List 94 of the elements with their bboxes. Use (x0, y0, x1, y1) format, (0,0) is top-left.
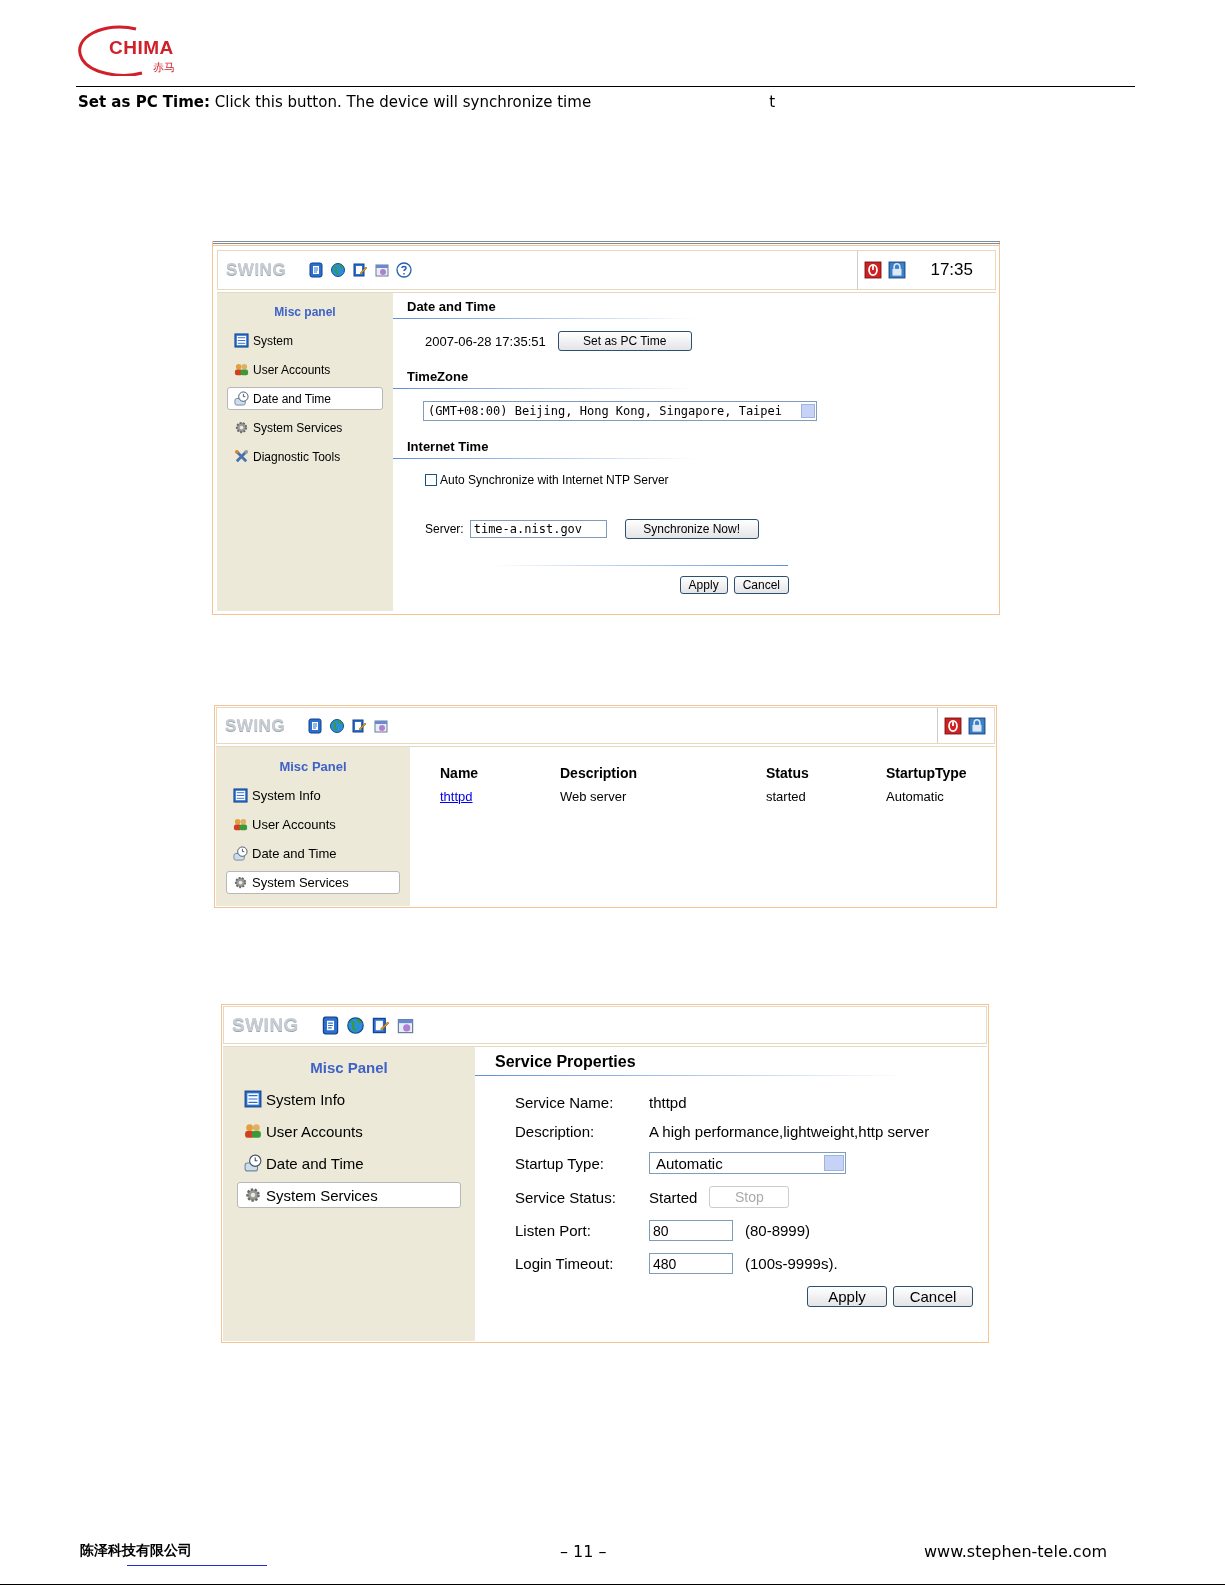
edit-icon[interactable] (352, 262, 369, 278)
field-value: Started (649, 1188, 698, 1206)
button[interactable]: Apply (807, 1286, 887, 1307)
power-icon[interactable] (944, 716, 962, 735)
section-heading: TimeZone (393, 363, 696, 389)
button[interactable]: Synchronize Now! (624, 519, 759, 539)
sidebar-item[interactable]: User Accounts (237, 1118, 461, 1144)
sidebar-item[interactable]: Date and Time (227, 387, 383, 410)
range-hint: (80-8999) (745, 1222, 811, 1239)
company-name: 陈泽科技有限公司 (80, 1542, 193, 1560)
text-fragment: t (769, 93, 775, 113)
logo-subtitle: 赤马 (153, 60, 175, 75)
brand-logo: SWING (232, 1014, 299, 1036)
button[interactable]: Set as PC Time (557, 331, 692, 351)
input-field[interactable]: 480 (649, 1253, 733, 1274)
calendar-icon[interactable] (374, 262, 391, 278)
sidebar-title: Misc Panel (278, 759, 348, 774)
help-icon[interactable] (396, 262, 413, 278)
table-cell-text: started (765, 788, 807, 806)
range-hint: (100s-9999s). (745, 1255, 838, 1272)
website: www.stephen-tele.com (923, 1541, 1107, 1561)
users-icon (234, 362, 249, 377)
list-icon (244, 1090, 262, 1108)
sidebar-title: Misc Panel (309, 1059, 389, 1076)
input-field[interactable]: 80 (649, 1220, 733, 1241)
clock-icon (244, 1154, 262, 1172)
sidebar-item[interactable]: System Services (226, 871, 400, 894)
server-field[interactable]: time-a.nist.gov (469, 520, 607, 538)
section-heading: Date and Time (393, 293, 696, 319)
service-link[interactable]: thttpd (440, 789, 473, 804)
gear-icon (244, 1186, 262, 1204)
column-header: Status (765, 764, 810, 783)
logo-text: CHIMA (109, 37, 174, 59)
column-header: Name (439, 764, 480, 783)
document-icon[interactable] (308, 262, 325, 278)
field-label: Server: (425, 522, 464, 536)
sidebar-item[interactable]: User Accounts (226, 813, 400, 836)
clock-icon (233, 846, 248, 861)
sidebar-item[interactable]: System (227, 329, 383, 352)
sidebar-title: Misc panel (273, 305, 337, 319)
power-icon[interactable] (864, 261, 883, 279)
clock-time: 17:35 (930, 260, 973, 280)
sidebar-item[interactable]: Date and Time (237, 1150, 461, 1176)
sidebar-item[interactable]: Diagnostic Tools (227, 445, 383, 468)
brand-logo: SWING (225, 715, 286, 736)
users-icon (244, 1122, 262, 1140)
field-value: A high performance,lightweight,http server (649, 1123, 930, 1140)
sidebar-item[interactable]: System Info (226, 784, 400, 807)
clock-icon (234, 391, 249, 406)
sidebar-item[interactable]: System Services (227, 416, 383, 439)
page-number: – 11 – (560, 1541, 608, 1561)
sidebar-item[interactable]: System Info (237, 1086, 461, 1112)
calendar-icon[interactable] (373, 717, 390, 734)
timezone-dropdown[interactable]: (GMT+08:00) Beijing, Hong Kong, Singapore, Taipei (423, 401, 817, 421)
list-icon (233, 788, 248, 803)
globe-icon[interactable] (330, 262, 347, 278)
checkbox-label: Auto Synchronize with Internet NTP Server (440, 473, 669, 487)
field-label: Service Status: (515, 1188, 617, 1206)
section-heading: Internet Time (393, 433, 696, 459)
sidebar-item[interactable]: Date and Time (226, 842, 400, 865)
field-label: Service Name: (515, 1094, 615, 1111)
button[interactable]: Apply (679, 576, 728, 594)
document-icon[interactable] (320, 1015, 340, 1035)
sidebar-item[interactable]: System Services (237, 1182, 461, 1208)
edit-icon[interactable] (351, 717, 368, 734)
field-value: thttpd (649, 1094, 687, 1111)
brand-logo: SWING (226, 260, 287, 280)
field-label: Login Timeout: (515, 1255, 615, 1272)
section-heading: Service Properties (475, 1047, 905, 1076)
list-icon (234, 333, 249, 348)
intro-text: Set as PC Time: Click this button. The device will synchronize time (78, 93, 592, 113)
document-icon[interactable] (307, 717, 324, 734)
startup-type-dropdown[interactable]: Automatic (649, 1152, 846, 1174)
users-icon (233, 817, 248, 832)
sidebar-item[interactable]: User Accounts (227, 358, 383, 381)
gear-icon (234, 420, 249, 435)
field-label: Startup Type: (515, 1154, 605, 1172)
field-label: Description: (515, 1123, 596, 1140)
table-cell-text: Automatic (885, 788, 945, 806)
edit-icon[interactable] (370, 1015, 390, 1035)
button[interactable]: Cancel (733, 576, 789, 594)
checkbox[interactable] (425, 474, 437, 486)
column-header: StartupType (885, 764, 968, 783)
globe-icon[interactable] (329, 717, 346, 734)
button[interactable]: Cancel (893, 1286, 973, 1307)
globe-icon[interactable] (345, 1015, 365, 1035)
table-cell-text: Web server (559, 788, 628, 806)
tools-icon (234, 449, 249, 464)
gear-icon (233, 875, 248, 890)
field-label: Listen Port: (515, 1222, 592, 1239)
current-time: 2007-06-28 17:35:51 (425, 333, 546, 349)
lock-icon[interactable] (968, 716, 986, 735)
column-header: Description (559, 764, 638, 783)
lock-icon[interactable] (888, 261, 907, 279)
